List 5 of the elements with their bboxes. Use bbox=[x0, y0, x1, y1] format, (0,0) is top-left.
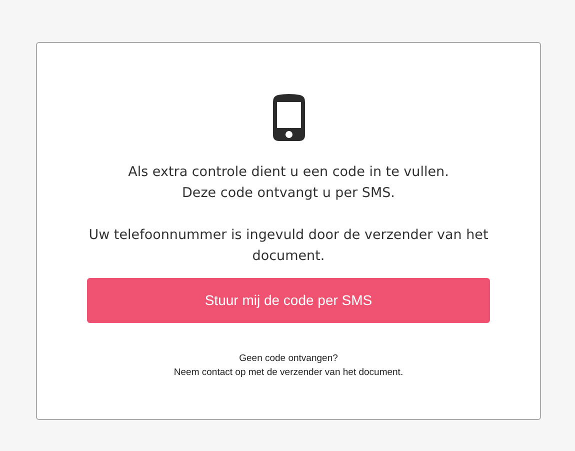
help-text: Geen code ontvangen? Neem contact op met de verzender van het document. bbox=[174, 352, 404, 380]
phone-note: Uw telefoonnummer is ingevuld door de verzender van het document. bbox=[88, 226, 488, 266]
intro-text: Als extra controle dient u een code in te vullen. Deze code ontvangt u per SMS. bbox=[128, 163, 449, 203]
send-sms-button[interactable]: Stuur mij de code per SMS bbox=[87, 278, 490, 323]
phone-icon bbox=[272, 94, 306, 142]
